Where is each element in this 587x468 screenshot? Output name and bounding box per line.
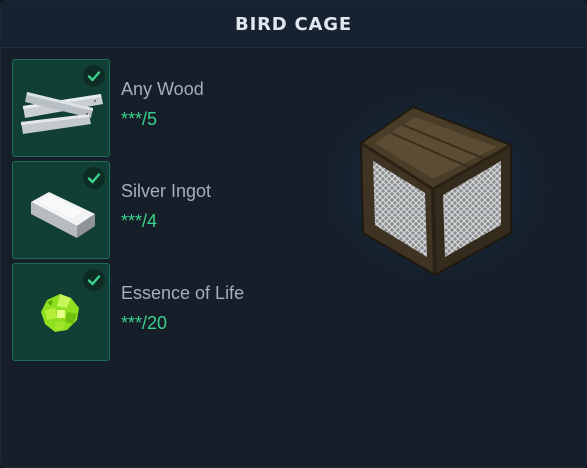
checkmark-icon — [87, 71, 101, 82]
panel-title: BIRD CAGE — [235, 13, 352, 35]
crafting-panel: BIRD CAGE Any Wood ***/5 Silver Ingot **… — [0, 0, 587, 468]
check-badge — [83, 65, 105, 87]
requirement-count: ***/5 — [121, 109, 158, 129]
requirement-item-wood[interactable]: Any Wood ***/5 — [12, 59, 292, 157]
requirement-name: Any Wood — [121, 79, 204, 99]
check-badge — [83, 269, 105, 291]
checkmark-icon — [87, 275, 101, 286]
item-slot[interactable] — [12, 263, 110, 361]
panel-header: BIRD CAGE — [1, 1, 586, 48]
bird-cage-icon — [359, 105, 512, 277]
requirement-item-essence-of-life[interactable]: Essence of Life ***/20 — [12, 263, 292, 361]
requirement-count: ***/20 — [121, 313, 168, 333]
checkmark-icon — [87, 173, 101, 184]
check-badge — [83, 167, 105, 189]
item-slot[interactable] — [12, 59, 110, 157]
requirement-item-silver-ingot[interactable]: Silver Ingot ***/4 — [12, 161, 292, 259]
requirement-count: ***/4 — [121, 211, 158, 231]
requirement-name: Essence of Life — [121, 283, 245, 303]
item-slot[interactable] — [12, 161, 110, 259]
requirement-name: Silver Ingot — [121, 181, 212, 201]
